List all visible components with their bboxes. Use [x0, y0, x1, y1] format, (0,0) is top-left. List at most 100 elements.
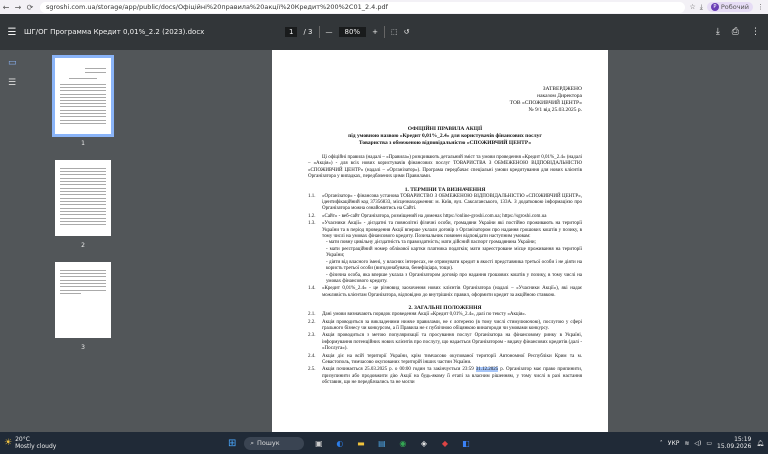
language-indicator[interactable]: УКР [668, 440, 680, 447]
pdf-toolbar: ☰ ШГ/ОГ Программа Кредит 0,01%_2.2 (2023… [0, 14, 768, 50]
battery-icon[interactable]: ▭ [706, 440, 712, 447]
thumbnail-label: 3 [81, 344, 85, 351]
search-icon: ⌕ [250, 438, 255, 447]
zoom-in-button[interactable]: + [372, 28, 378, 36]
page-thumbnail-2[interactable] [55, 160, 111, 236]
clause-text: Акція проводиться за викладеними нижче п… [322, 319, 582, 331]
pdf-page: ЗАТВЕРДЖЕНО наказом Директора ТОВ «СПОЖИ… [272, 50, 608, 432]
zoom-input[interactable]: 80% [338, 27, 367, 37]
highlighted-date: 31.12.2025 [475, 367, 499, 373]
outline-icon[interactable]: ☰ [8, 78, 17, 88]
divider [318, 26, 320, 38]
thumbnail-label: 2 [81, 242, 85, 249]
profile-button[interactable]: Р Робочий [706, 2, 753, 12]
clause: 1.3. «Учасники Акції» - дієздатні та пов… [308, 221, 582, 240]
zoom-out-button[interactable]: — [326, 28, 333, 36]
notifications-icon[interactable]: 🔔︎ [756, 440, 764, 447]
chrome-icon[interactable]: ◉ [396, 437, 409, 450]
page-thumbnail-1[interactable] [52, 55, 114, 137]
edge-icon[interactable]: ◐ [333, 437, 346, 450]
weather-widget[interactable]: ☀ 20°C Mostly cloudy [0, 436, 200, 450]
clause-number: 2.1. [308, 312, 316, 318]
intro-paragraph: Ці офіційні правила (надалі – «Правила»)… [308, 155, 582, 180]
clause: 2.1. Дані умови визначають порядок прове… [308, 312, 582, 318]
clause: 1.4. «Кредит 0,01%_2.4» - це різновид за… [308, 286, 582, 299]
hamburger-menu-icon[interactable]: ☰ [0, 27, 24, 38]
page-total: / 3 [303, 28, 313, 36]
more-options-icon[interactable]: ⋮ [751, 27, 760, 37]
weather-text: Mostly cloudy [15, 443, 57, 450]
thumbnail-label: 1 [81, 140, 85, 147]
approval-line: ТОВ «СПОЖИВЧИЙ ЦЕНТР» [509, 100, 582, 106]
browser-address-bar: ← → ⟳ sgroshi.com.ua/storage/app/public/… [0, 0, 768, 14]
list-item: - фізична особа, яка вперше уклала з Орг… [326, 272, 582, 284]
clause-text: Акція починається 25.03.2025 р. о 00:00 … [322, 367, 582, 386]
taskbar: ☀ 20°C Mostly cloudy ⊞ ⌕ Пошук ▣ ◐ ▬ ▤ ◉… [0, 432, 768, 454]
print-icon[interactable]: ⎙ [732, 27, 739, 37]
download-icon[interactable]: ⤓ [716, 27, 720, 37]
time: 15:19 [734, 436, 752, 443]
divider [383, 26, 385, 38]
weather-icon: ☀ [4, 438, 13, 448]
clause: 2.5. Акція починається 25.03.2025 р. о 0… [308, 367, 582, 386]
store-icon[interactable]: ▤ [375, 437, 388, 450]
heading-line: Товариства з обмеженою відповідальністю … [358, 140, 532, 146]
clause-text: Акція проводиться з метою популяризації … [322, 333, 582, 352]
fit-page-icon[interactable]: ⬚ [391, 28, 398, 36]
date: 15.09.2026 [717, 443, 752, 450]
windows-start-icon[interactable]: ⊞ [228, 438, 236, 449]
clause: 2.3. Акція проводиться з метою популяриз… [308, 333, 582, 352]
clause-text: Акція діє на всій території України, крі… [322, 353, 582, 365]
download-icon[interactable]: ⤓ [700, 3, 703, 12]
search-label: Пошук [257, 439, 280, 447]
clause-number: 2.4. [308, 353, 316, 359]
clause-text: «Кредит 0,01%_2.4» - це різновид заохоче… [322, 286, 582, 298]
clause-number: 1.1. [308, 193, 316, 199]
clause-text: «Організатор» - фінансова установа ТОВАР… [322, 193, 582, 212]
url-input[interactable]: sgroshi.com.ua/storage/app/public/docs/О… [40, 1, 686, 13]
file-explorer-icon[interactable]: ▬ [354, 437, 367, 450]
profile-name: Робочий [720, 3, 749, 11]
temperature: 20°C [15, 436, 30, 443]
task-view-icon[interactable]: ▣ [312, 437, 325, 450]
back-icon[interactable]: ← [0, 3, 12, 12]
more-menu-icon[interactable]: ⋮ [757, 3, 764, 11]
document-heading: ОФІЦІЙНІ ПРАВИЛА АКЦІЇ під умовною назво… [308, 126, 582, 147]
page-number-input[interactable]: 1 [285, 27, 298, 37]
clause-number: 1.4. [308, 286, 316, 292]
clause-text-part: Акція починається 25.03.2025 р. о 00:00 … [322, 367, 474, 373]
avatar: Р [710, 3, 719, 11]
heading-line: під умовною назвою «Кредит 0,01%_2.4» дл… [348, 133, 542, 139]
reload-icon[interactable]: ⟳ [24, 3, 36, 12]
app-icon[interactable]: ◆ [438, 437, 451, 450]
approval-line: наказом Директора [537, 93, 582, 99]
tray-chevron-icon[interactable]: ˄ [660, 440, 663, 447]
list-item: - мати реєстраційний номер облікової кар… [326, 246, 582, 259]
forward-icon[interactable]: → [12, 3, 24, 12]
thumbnails-icon[interactable]: ▭ [8, 58, 17, 68]
taskbar-search[interactable]: ⌕ Пошук [244, 436, 305, 450]
clause: 1.1. «Організатор» - фінансова установа … [308, 194, 582, 213]
approval-line: № 9/1 від 25.03.2025 р. [528, 107, 582, 113]
wifi-icon[interactable]: ≋ [684, 440, 689, 447]
clause-text: «Учасники Акції» - дієздатні та повноліт… [322, 221, 582, 240]
clause-number: 2.3. [308, 333, 316, 339]
star-icon[interactable]: ☆ [689, 3, 695, 11]
volume-icon[interactable]: ◁) [694, 440, 701, 447]
rotate-icon[interactable]: ↺ [404, 28, 410, 36]
clause: 2.4. Акція діє на всій території України… [308, 354, 582, 367]
clause-text: «Сайт» - веб-сайт Організатора, розміщен… [322, 213, 547, 219]
clause-number: 2.5. [308, 367, 316, 373]
approval-line: ЗАТВЕРДЖЕНО [542, 86, 582, 92]
section-heading: 2. ЗАГАЛЬНІ ПОЛОЖЕННЯ [408, 305, 482, 312]
clock[interactable]: 15:19 15.09.2026 [717, 436, 751, 450]
app-icon[interactable]: ◈ [417, 437, 430, 450]
clause-number: 1.2. [308, 213, 316, 219]
app-icon[interactable]: ◧ [459, 437, 472, 450]
clause: 2.2. Акція проводиться за викладеними ни… [308, 320, 582, 333]
page-thumbnail-3[interactable] [55, 262, 111, 338]
clause-number: 1.3. [308, 221, 316, 227]
document-title: ШГ/ОГ Программа Кредит 0,01%_2.2 (2023).… [24, 28, 205, 36]
thumbnail-sidebar: ▭ ☰ 1 2 3 [0, 50, 175, 432]
section-heading: 1. ТЕРМІНИ ТА ВИЗНАЧЕННЯ [404, 186, 486, 193]
